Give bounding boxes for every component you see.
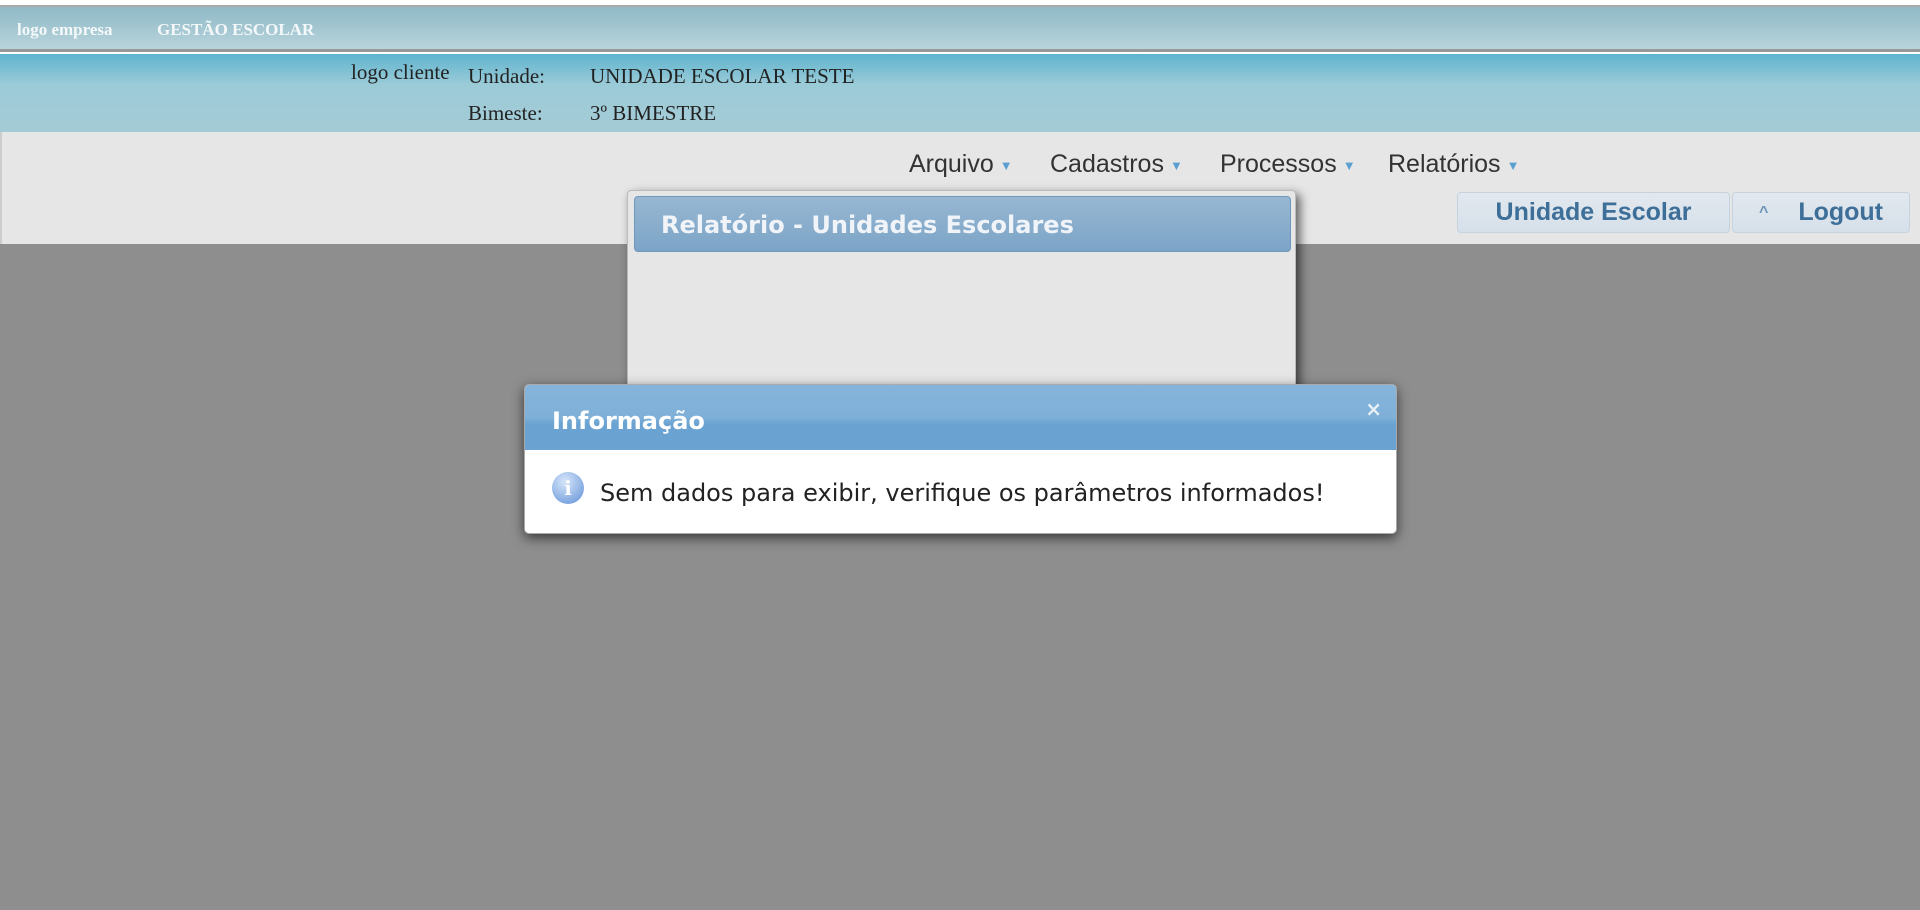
bimestre-value: 3º BIMESTRE [590, 101, 717, 125]
close-icon[interactable]: × [1365, 397, 1382, 421]
logout-label: Logout [1798, 198, 1884, 226]
menu-label: Cadastros [1050, 150, 1164, 178]
logout-button[interactable]: ^ Logout [1732, 192, 1910, 233]
info-dialog: Informação × i Sem dados para exibir, ve… [524, 384, 1397, 534]
menu-cadastros[interactable]: Cadastros ▼ [1050, 150, 1183, 179]
menu-processos[interactable]: Processos ▼ [1220, 150, 1356, 179]
client-logo: logo cliente [351, 60, 450, 84]
caret-down-icon: ▼ [1342, 157, 1356, 173]
caret-down-icon: ▼ [999, 157, 1013, 173]
company-logo: logo empresa [17, 20, 113, 39]
top-bar: logo empresa GESTÃO ESCOLAR [0, 0, 1920, 54]
caret-down-icon: ▼ [1506, 157, 1520, 173]
chevron-up-icon: ^ [1758, 203, 1769, 221]
caret-down-icon: ▼ [1169, 157, 1183, 173]
menu-relatorios[interactable]: Relatórios ▼ [1388, 150, 1519, 179]
dialog-message: Sem dados para exibir, verifique os parâ… [600, 479, 1325, 507]
bimestre-label: Bimeste: [468, 101, 543, 125]
unidade-value: UNIDADE ESCOLAR TESTE [590, 64, 855, 88]
unidade-label: Unidade: [468, 64, 545, 88]
dialog-header: Informação × [525, 385, 1396, 450]
menu-label: Processos [1220, 150, 1337, 178]
menu-label: Relatórios [1388, 150, 1501, 178]
report-panel: Relatório - Unidades Escolares [627, 190, 1296, 410]
menu-label: Arquivo [909, 150, 994, 178]
report-panel-title: Relatório - Unidades Escolares [634, 196, 1291, 252]
info-icon: i [552, 472, 584, 504]
menu-arquivo[interactable]: Arquivo ▼ [909, 150, 1013, 179]
unidade-escolar-button[interactable]: Unidade Escolar [1457, 192, 1730, 233]
app-title: GESTÃO ESCOLAR [157, 20, 315, 39]
dialog-title: Informação [552, 407, 705, 435]
context-header: logo cliente Unidade: UNIDADE ESCOLAR TE… [0, 54, 1920, 132]
